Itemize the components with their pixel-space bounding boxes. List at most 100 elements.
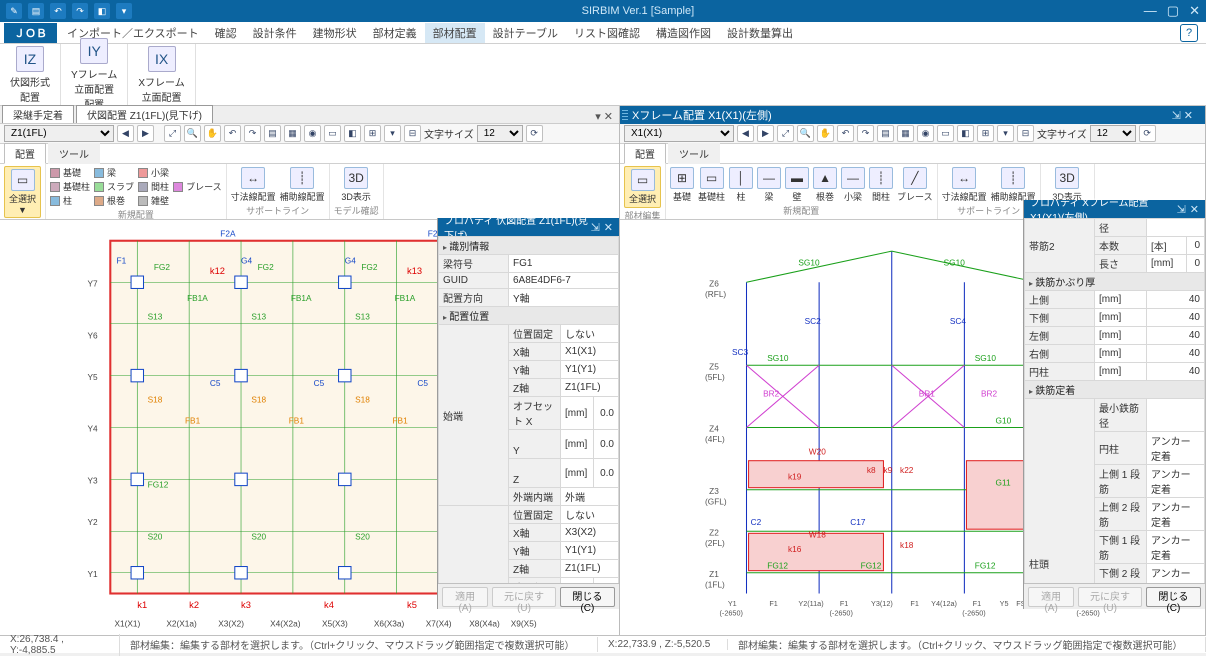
prop-value[interactable]: Y軸 <box>509 289 619 307</box>
right-tb-color-icon[interactable]: ◧ <box>957 125 974 142</box>
prop-value[interactable]: アンカー定着 <box>1147 564 1205 584</box>
prop-value[interactable]: 0.0 <box>594 430 619 459</box>
right-pane-pin-icon[interactable]: ⇲ <box>1172 109 1181 122</box>
menu-design-cond[interactable]: 設計条件 <box>245 23 305 43</box>
left-3d-button[interactable]: 3D3D表示 <box>341 167 371 203</box>
right-props-pin-icon[interactable]: ⇲ <box>1177 203 1186 216</box>
help-button[interactable]: ? <box>1180 24 1198 42</box>
qat-redo-icon[interactable]: ↷ <box>72 3 88 19</box>
left-textsize-select[interactable]: 12 <box>477 125 523 142</box>
right-tb-more-icon[interactable]: ▾ <box>997 125 1014 142</box>
right-new-btn-4[interactable]: ▬壁 <box>785 167 809 203</box>
menu-struct-drawing[interactable]: 構造図作図 <box>648 23 719 43</box>
prop-value[interactable]: しない <box>561 506 619 524</box>
prop-value[interactable]: 40 <box>1147 363 1205 381</box>
right-tb-layer2-icon[interactable]: ▦ <box>897 125 914 142</box>
qat-undo-icon[interactable]: ↶ <box>50 3 66 19</box>
menu-confirm[interactable]: 確認 <box>207 23 245 43</box>
right-new-btn-7[interactable]: ┊間柱 <box>869 167 893 203</box>
right-tb-prev-icon[interactable]: ◀ <box>737 125 754 142</box>
prop-value[interactable]: X1(X1) <box>561 343 619 361</box>
left-tb-next-icon[interactable]: ▶ <box>137 125 154 142</box>
right-aux-button[interactable]: ┊補助線配置 <box>991 167 1036 203</box>
prop-value[interactable]: 40 <box>1147 309 1205 327</box>
right-tb-zoom-icon[interactable]: 🔍 <box>797 125 814 142</box>
right-undo-button[interactable]: 元に戻す(U) <box>1078 587 1142 607</box>
right-props-body[interactable]: 帯筋2径本数[本]0長さ[mm]0鉄筋かぶり厚上側[mm]40下側[mm]40左… <box>1024 218 1205 583</box>
left-tb-color-icon[interactable]: ◧ <box>344 125 361 142</box>
left-undo-button[interactable]: 元に戻す(U) <box>492 587 556 607</box>
prop-value[interactable]: アンカー定着 <box>1147 531 1205 564</box>
right-pane-close-icon[interactable]: ✕ <box>1184 109 1193 122</box>
right-close-button[interactable]: 閉じる(C) <box>1146 587 1201 607</box>
left-tb-prev-icon[interactable]: ◀ <box>117 125 134 142</box>
right-apply-button[interactable]: 適用(A) <box>1028 587 1074 607</box>
right-props-close-icon[interactable]: ✕ <box>1190 203 1199 216</box>
left-new-brace[interactable]: ブレース <box>173 180 222 193</box>
right-new-btn-0[interactable]: ⊞基礎 <box>670 167 694 203</box>
left-new-slab[interactable]: スラブ <box>94 180 134 193</box>
menu-list-drawing[interactable]: リスト図確認 <box>566 23 648 43</box>
right-tb-dim-icon[interactable]: ⊞ <box>977 125 994 142</box>
right-tb-pan-icon[interactable]: ✋ <box>817 125 834 142</box>
qat-new-icon[interactable]: ✎ <box>6 3 22 19</box>
left-captab-joint[interactable]: 梁継手定着 <box>2 105 74 123</box>
left-aux-button[interactable]: ┊補助線配置 <box>280 167 325 203</box>
left-tab-layout[interactable]: 配置 <box>4 143 46 164</box>
prop-value[interactable]: X3(X2) <box>561 524 619 542</box>
prop-value[interactable]: Y1(Y1) <box>561 361 619 379</box>
right-new-btn-2[interactable]: │柱 <box>729 167 753 203</box>
right-new-btn-6[interactable]: —小梁 <box>841 167 865 203</box>
qat-save-icon[interactable]: ▤ <box>28 3 44 19</box>
left-new-subbeam[interactable]: 小梁 <box>138 166 169 179</box>
menu-building-shape[interactable]: 建物形状 <box>305 23 365 43</box>
right-tab-tool[interactable]: ツール <box>668 143 720 164</box>
left-dim-button[interactable]: ↔寸法線配置 <box>231 167 276 203</box>
right-new-btn-5[interactable]: ▲根巻 <box>813 167 837 203</box>
left-tb-zoom-icon[interactable]: 🔍 <box>184 125 201 142</box>
right-textsize-select[interactable]: 12 <box>1090 125 1136 142</box>
minimize-button[interactable]: — <box>1144 3 1157 19</box>
left-new-foundcol[interactable]: 基礎柱 <box>50 180 90 193</box>
left-tb-layer-icon[interactable]: ▤ <box>264 125 281 142</box>
prop-value[interactable]: 6A8E4DF6-7 <box>509 273 619 289</box>
left-apply-button[interactable]: 適用(A) <box>442 587 488 607</box>
left-tb-pan-icon[interactable]: ✋ <box>204 125 221 142</box>
left-tb-grid2-icon[interactable]: ⊟ <box>404 125 421 142</box>
right-tb-snap-icon[interactable]: ◉ <box>917 125 934 142</box>
menu-job[interactable]: ＪＯＢ <box>4 23 57 43</box>
left-new-nemaki[interactable]: 根巻 <box>94 194 134 207</box>
prop-value[interactable]: 40 <box>1147 327 1205 345</box>
right-axis-select[interactable]: X1(X1) <box>624 125 734 142</box>
prop-value[interactable]: アンカー定着 <box>1147 465 1205 498</box>
prop-value[interactable]: アンカー定着 <box>1147 432 1205 465</box>
prop-value[interactable]: 40 <box>1147 291 1205 309</box>
left-tb-refresh-icon[interactable]: ⟳ <box>526 125 543 142</box>
right-tb-grid-icon[interactable]: ▭ <box>937 125 954 142</box>
prop-value[interactable]: Z1(1FL) <box>561 379 619 397</box>
left-new-miscwall[interactable]: 雑壁 <box>138 194 169 207</box>
left-tab-tool[interactable]: ツール <box>48 143 100 164</box>
left-captab-more[interactable]: ▾ ✕ <box>591 110 617 123</box>
menu-member-def[interactable]: 部材定義 <box>365 23 425 43</box>
qat-more-icon[interactable]: ▾ <box>116 3 132 19</box>
left-tb-dim-icon[interactable]: ⊞ <box>364 125 381 142</box>
right-new-btn-1[interactable]: ▭基礎柱 <box>698 167 725 203</box>
prop-value[interactable]: しない <box>561 325 619 343</box>
right-tb-refresh-icon[interactable]: ⟳ <box>1139 125 1156 142</box>
prop-value[interactable]: アンカー定着 <box>1147 498 1205 531</box>
prop-value[interactable]: 0 <box>1186 255 1204 273</box>
right-new-btn-3[interactable]: —梁 <box>757 167 781 203</box>
maximize-button[interactable]: ▢ <box>1167 3 1179 19</box>
left-new-column[interactable]: 柱 <box>50 194 90 207</box>
right-tb-redo-icon[interactable]: ↷ <box>857 125 874 142</box>
prop-value[interactable]: 外端 <box>561 488 619 506</box>
left-captab-plan[interactable]: 伏図配置 Z1(1FL)(見下げ) <box>76 105 213 123</box>
left-new-beam[interactable]: 梁 <box>94 166 134 179</box>
right-tab-layout[interactable]: 配置 <box>624 143 666 164</box>
prop-value[interactable]: Z1(1FL) <box>561 560 619 578</box>
yframe-layout-button[interactable]: IYYフレーム 立面配置 配置 <box>67 36 121 113</box>
left-new-foundation[interactable]: 基礎 <box>50 166 90 179</box>
xframe-layout-button[interactable]: IXXフレーム 立面配置 <box>134 44 188 106</box>
left-props-pin-icon[interactable]: ⇲ <box>591 221 600 234</box>
